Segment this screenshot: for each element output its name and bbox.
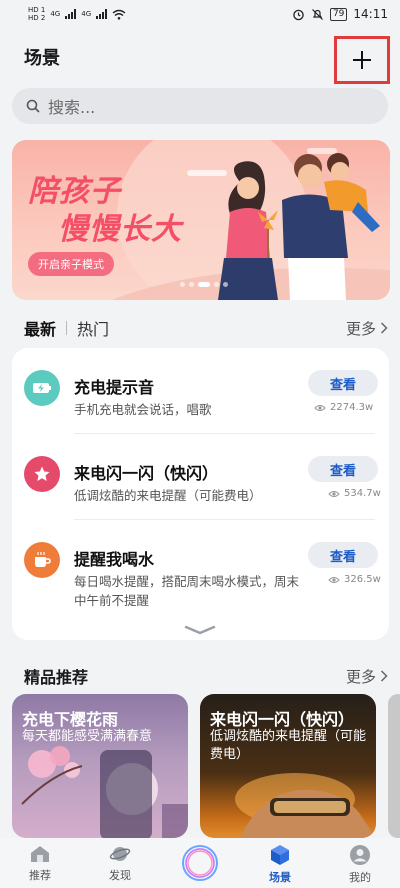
carousel-dot: [214, 282, 219, 287]
cube-icon: [271, 845, 289, 865]
more-label: 更多: [345, 667, 376, 686]
chevron-right-icon: [380, 322, 388, 334]
scene-title: 充电提示音: [74, 378, 155, 397]
sim1-label: HD 1: [28, 6, 46, 14]
app-header: 场景: [0, 28, 400, 84]
eye-icon: [328, 490, 340, 497]
chevron-right-icon: [380, 670, 388, 682]
clock: 14:11: [353, 7, 388, 21]
banner-title-line2: 慢慢长大: [58, 212, 182, 247]
alarm-icon: [293, 9, 304, 20]
network1-label: 4G: [50, 10, 61, 18]
view-count: 534.7w: [328, 488, 381, 499]
nav-label: 发现: [109, 869, 131, 882]
battery-charge-icon: [24, 370, 60, 406]
cup-icon: [24, 542, 60, 578]
nav-label: 推荐: [29, 869, 51, 882]
featured-card-title: 来电闪一闪（快闪）: [210, 710, 355, 729]
home-icon: [31, 846, 49, 862]
carousel-dot: [189, 282, 194, 287]
view-count-value: 2274.3w: [330, 402, 374, 413]
scene-title: 提醒我喝水: [74, 550, 155, 569]
scene-description: 每日喝水提醒，搭配周末喝水模式，周末中午前不提醒: [74, 574, 300, 608]
search-bar[interactable]: 搜索...: [12, 88, 388, 124]
status-bar: HD 1 HD 2 4G 4G 79 14:11: [0, 0, 400, 28]
planet-icon: [109, 847, 131, 861]
bottom-navigation: 推荐 发现 场景 我的: [0, 838, 400, 888]
more-label: 更多: [345, 319, 376, 338]
scene-title: 来电闪一闪（快闪）: [74, 464, 219, 483]
featured-header: 精品推荐 更多: [24, 664, 388, 688]
featured-title: 精品推荐: [24, 668, 89, 687]
view-button[interactable]: 查看: [308, 542, 378, 568]
list-item[interactable]: 充电提示音 手机充电就会说话，唱歌 查看 2274.3w: [12, 348, 389, 434]
featured-card-subtitle: 低调炫酷的来电提醒（可能费电）: [210, 729, 367, 762]
nav-label: 我的: [349, 871, 371, 884]
featured-card[interactable]: 充电下樱花雨 每天都能感受满满春意: [12, 694, 188, 838]
nav-assistant[interactable]: [160, 838, 240, 888]
view-button[interactable]: 查看: [308, 456, 378, 482]
add-scene-button[interactable]: [334, 36, 390, 84]
scene-description: 手机充电就会说话，唱歌: [74, 402, 212, 417]
wifi-icon: [112, 9, 126, 20]
eye-icon: [314, 404, 326, 411]
scene-tabs: 最新 热门 更多: [24, 316, 388, 340]
assistant-orb-icon: [182, 845, 218, 881]
search-placeholder: 搜索...: [48, 98, 96, 117]
list-item[interactable]: 提醒我喝水 每日喝水提醒，搭配周末喝水模式，周末中午前不提醒 查看 326.5w: [12, 520, 389, 616]
scene-list-card: 充电提示音 手机充电就会说话，唱歌 查看 2274.3w 来电闪一闪（快闪） 低…: [12, 348, 389, 640]
carousel-dot: [180, 282, 185, 287]
expand-button[interactable]: [184, 620, 216, 639]
sim2-label: HD 2: [28, 14, 46, 22]
signal-icon: [96, 9, 108, 19]
nav-mine[interactable]: 我的: [320, 838, 400, 888]
person-icon: [350, 845, 370, 865]
tab-latest[interactable]: 最新: [24, 316, 56, 340]
plus-icon: [353, 51, 371, 69]
promo-banner[interactable]: 陪孩子 慢慢长大 开启亲子模式: [12, 140, 390, 300]
carousel-indicator: [180, 282, 228, 287]
carousel-dot-active: [198, 282, 210, 287]
battery-indicator: 79: [329, 7, 348, 21]
signal-icon: [65, 9, 77, 19]
featured-more-link[interactable]: 更多: [346, 666, 388, 687]
tab-hot[interactable]: 热门: [77, 316, 109, 340]
more-link[interactable]: 更多: [346, 318, 388, 339]
view-button[interactable]: 查看: [308, 370, 378, 396]
view-count: 2274.3w: [314, 402, 373, 413]
nav-discover[interactable]: 发现: [80, 838, 160, 888]
network2-label: 4G: [81, 10, 92, 18]
chevron-down-icon: [184, 625, 216, 635]
view-count-value: 326.5w: [344, 574, 381, 585]
eye-icon: [328, 576, 340, 583]
view-count: 326.5w: [328, 574, 381, 585]
nav-recommend[interactable]: 推荐: [0, 838, 80, 888]
featured-card-subtitle: 每天都能感受满满春意: [22, 729, 153, 744]
page-title: 场景: [24, 48, 60, 69]
featured-card-peek[interactable]: [388, 694, 400, 838]
view-count-value: 534.7w: [344, 488, 381, 499]
search-icon: [26, 99, 40, 113]
tab-divider: [66, 321, 68, 335]
scene-description: 低调炫酷的来电提醒（可能费电）: [74, 488, 262, 503]
list-item[interactable]: 来电闪一闪（快闪） 低调炫酷的来电提醒（可能费电） 查看 534.7w: [12, 434, 389, 520]
featured-card-title: 充电下樱花雨: [22, 710, 119, 729]
nav-scene[interactable]: 场景: [240, 838, 320, 888]
mute-icon: [312, 8, 323, 20]
carousel-dot: [223, 282, 228, 287]
banner-cta-button[interactable]: 开启亲子模式: [28, 252, 114, 276]
nav-label: 场景: [269, 871, 291, 884]
featured-card[interactable]: 来电闪一闪（快闪） 低调炫酷的来电提醒（可能费电）: [200, 694, 376, 838]
star-icon: [24, 456, 60, 492]
